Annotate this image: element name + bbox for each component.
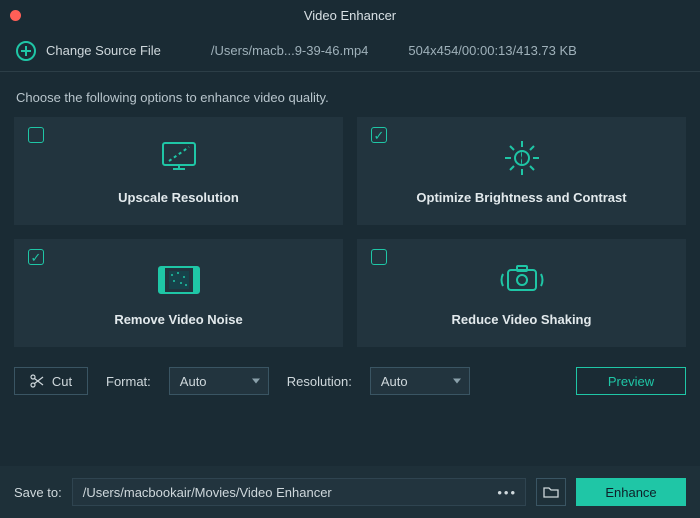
option-label: Remove Video Noise — [114, 312, 242, 327]
preview-button[interactable]: Preview — [576, 367, 686, 395]
add-source-icon[interactable] — [16, 41, 36, 61]
source-meta: 504x454/00:00:13/413.73 KB — [408, 43, 576, 58]
resolution-value: Auto — [381, 374, 408, 389]
source-path: /Users/macb...9-39-46.mp4 — [211, 43, 369, 58]
save-path-value: /Users/macbookair/Movies/Video Enhancer — [83, 485, 332, 500]
option-reduce-shaking[interactable]: Reduce Video Shaking — [357, 239, 686, 347]
shaking-icon — [499, 260, 545, 300]
more-button[interactable]: ••• — [497, 479, 517, 505]
cut-button[interactable]: Cut — [14, 367, 88, 395]
checkbox-brightness[interactable] — [371, 127, 387, 143]
checkbox-upscale[interactable] — [28, 127, 44, 143]
open-folder-button[interactable] — [536, 478, 566, 506]
brightness-icon — [502, 138, 542, 178]
checkbox-shaking[interactable] — [371, 249, 387, 265]
option-remove-noise[interactable]: Remove Video Noise — [14, 239, 343, 347]
checkbox-noise[interactable] — [28, 249, 44, 265]
upscale-icon — [159, 138, 199, 178]
option-label: Optimize Brightness and Contrast — [416, 190, 626, 205]
chevron-down-icon — [252, 379, 260, 384]
change-source-button[interactable]: Change Source File — [46, 43, 161, 58]
chevron-down-icon — [453, 379, 461, 384]
resolution-label: Resolution: — [287, 374, 352, 389]
noise-icon — [157, 260, 201, 300]
option-upscale-resolution[interactable]: Upscale Resolution — [14, 117, 343, 225]
format-select[interactable]: Auto — [169, 367, 269, 395]
format-value: Auto — [180, 374, 207, 389]
folder-icon — [543, 485, 559, 499]
instruction-text: Choose the following options to enhance … — [0, 72, 700, 117]
option-label: Upscale Resolution — [118, 190, 239, 205]
save-path-input[interactable]: /Users/macbookair/Movies/Video Enhancer … — [72, 478, 526, 506]
option-optimize-brightness[interactable]: Optimize Brightness and Contrast — [357, 117, 686, 225]
window-title: Video Enhancer — [0, 8, 700, 23]
enhance-button[interactable]: Enhance — [576, 478, 686, 506]
option-label: Reduce Video Shaking — [452, 312, 592, 327]
format-label: Format: — [106, 374, 151, 389]
cut-label: Cut — [52, 374, 72, 389]
save-to-label: Save to: — [14, 485, 62, 500]
resolution-select[interactable]: Auto — [370, 367, 470, 395]
scissors-icon — [30, 374, 44, 388]
